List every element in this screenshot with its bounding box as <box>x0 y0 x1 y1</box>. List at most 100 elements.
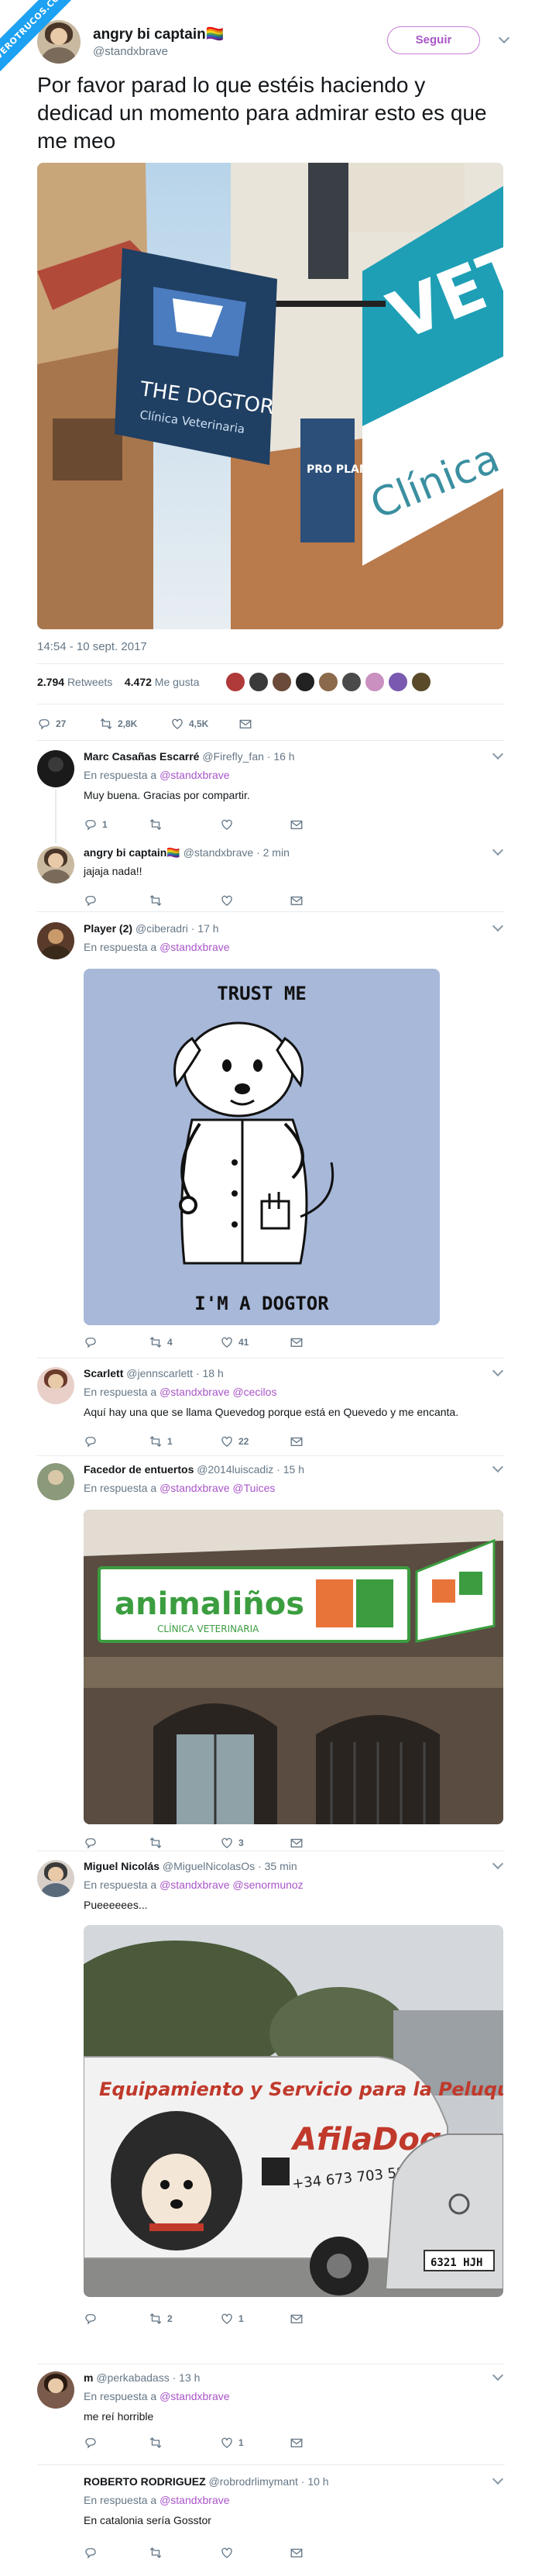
chevron-down-icon[interactable] <box>492 1461 504 1473</box>
reply-tweet[interactable]: Player (2) @ciberadri · 17 h En respuest… <box>37 920 509 1356</box>
retweet-button[interactable] <box>149 891 163 910</box>
message-button[interactable] <box>290 1432 304 1451</box>
liker-avatar[interactable] <box>248 671 269 693</box>
like-button[interactable]: 41 <box>220 1333 249 1352</box>
reply-time[interactable]: · 16 h <box>267 750 295 763</box>
avatar[interactable] <box>37 1463 74 1500</box>
reply-tweet[interactable]: Miguel Nicolás @MiguelNicolasOs · 35 min… <box>37 1858 509 2334</box>
like-button[interactable]: 22 <box>220 1432 249 1451</box>
message-button[interactable] <box>290 1333 304 1352</box>
retweet-button[interactable]: 2,8K <box>99 715 137 733</box>
retweet-button[interactable] <box>149 2433 163 2452</box>
retweet-button[interactable]: 4 <box>149 1333 173 1352</box>
liker-avatar[interactable] <box>341 671 362 693</box>
reply-author-name[interactable]: Scarlett <box>84 1367 123 1379</box>
reply-author-name[interactable]: Marc Casañas Escarré <box>84 750 199 763</box>
chevron-down-icon[interactable] <box>492 748 504 760</box>
message-button[interactable] <box>238 715 252 733</box>
liker-avatar[interactable] <box>364 671 386 693</box>
chevron-down-icon[interactable] <box>492 2369 504 2381</box>
tweet-timestamp[interactable]: 14:54 - 10 sept. 2017 <box>37 640 147 653</box>
reply-author-name[interactable]: Facedor de entuertos <box>84 1463 194 1476</box>
reply-tweet[interactable]: Facedor de entuertos @2014luiscadiz · 15… <box>37 1461 509 1858</box>
retweet-button[interactable]: 1 <box>149 1432 173 1451</box>
avatar[interactable] <box>37 1860 74 1897</box>
reply-time[interactable]: · 2 min <box>256 846 290 859</box>
reply-time[interactable]: · 17 h <box>191 922 219 935</box>
avatar[interactable] <box>37 1367 74 1404</box>
reply-author-name[interactable]: m <box>84 2371 93 2384</box>
retweet-button[interactable] <box>149 1834 163 1852</box>
chevron-down-icon[interactable] <box>492 844 504 856</box>
retweets-label[interactable]: Retweets <box>67 676 112 688</box>
message-button[interactable] <box>290 2543 304 2562</box>
message-button[interactable] <box>290 2309 304 2328</box>
reply-button[interactable] <box>84 2543 98 2562</box>
reply-button[interactable] <box>84 891 98 910</box>
reply-time[interactable]: · 10 h <box>301 2475 329 2488</box>
reply-mentions[interactable]: @standxbrave @senormunoz <box>160 1879 304 1891</box>
reply-author-name[interactable]: Player (2) <box>84 922 132 935</box>
avatar[interactable] <box>37 846 74 883</box>
author-name[interactable]: angry bi captain🏳️‍🌈 <box>93 25 224 43</box>
reply-tweet[interactable]: m @perkabadass · 13 h En respuesta a @st… <box>37 2369 509 2457</box>
retweet-button[interactable] <box>149 815 163 834</box>
reply-tweet[interactable]: Marc Casañas Escarré @Firefly_fan · 16 h… <box>37 748 509 839</box>
liker-avatar[interactable] <box>225 671 246 693</box>
reply-author-name[interactable]: ROBERTO RODRIGUEZ <box>84 2475 206 2488</box>
reply-button[interactable]: 1 <box>84 815 108 834</box>
avatar[interactable] <box>37 750 74 787</box>
reply-author-handle[interactable]: @MiguelNicolasOs <box>163 1860 255 1872</box>
reply-button[interactable] <box>84 1432 98 1451</box>
reply-button[interactable] <box>84 2309 98 2328</box>
message-button[interactable] <box>290 1834 304 1852</box>
reply-tweet[interactable]: Scarlett @jennscarlett · 18 h En respues… <box>37 1365 509 1452</box>
reply-mentions[interactable]: @standxbrave <box>160 941 229 953</box>
chevron-down-icon[interactable] <box>492 2473 504 2485</box>
likes-count[interactable]: 4.472 <box>125 676 152 688</box>
message-button[interactable] <box>290 815 304 834</box>
reply-author-name[interactable]: Miguel Nicolás <box>84 1860 160 1872</box>
reply-author-handle[interactable]: @ciberadri <box>136 922 188 935</box>
reply-button[interactable]: 27 <box>37 715 66 733</box>
reply-author-handle[interactable]: @perkabadass <box>96 2371 169 2384</box>
chevron-down-icon[interactable] <box>492 1858 504 1870</box>
like-button[interactable]: 4,5K <box>170 715 208 733</box>
tweet-photo[interactable]: VETE Clínica PRO PLAN THE DOGTOR Clínica… <box>37 163 503 629</box>
like-button[interactable]: 1 <box>220 2309 244 2328</box>
liker-avatar[interactable] <box>387 671 409 693</box>
reply-mentions[interactable]: @standxbrave <box>160 769 229 781</box>
reply-author-handle[interactable]: @2014luiscadiz <box>197 1463 273 1476</box>
retweet-button[interactable] <box>149 2543 163 2562</box>
reply-tweet[interactable]: angry bi captain🏳️‍🌈 @standxbrave · 2 mi… <box>37 844 509 910</box>
chevron-down-icon[interactable] <box>498 32 510 44</box>
reply-time[interactable]: · 15 h <box>276 1463 304 1476</box>
reply-tweet[interactable]: ROBERTO RODRIGUEZ @robrodrlimymant · 10 … <box>37 2473 509 2568</box>
like-button[interactable] <box>220 815 234 834</box>
reply-time[interactable]: · 18 h <box>196 1367 224 1379</box>
avatar[interactable] <box>37 922 74 959</box>
retweets-count[interactable]: 2.794 <box>37 676 64 688</box>
likes-label[interactable]: Me gusta <box>155 676 200 688</box>
reply-author-handle[interactable]: @standxbrave <box>184 846 253 859</box>
reply-image[interactable]: TRUST ME I'M A DOGTOR <box>84 969 440 1325</box>
reply-author-handle[interactable]: @Firefly_fan <box>202 750 264 763</box>
chevron-down-icon[interactable] <box>492 920 504 932</box>
reply-mentions[interactable]: @standxbrave <box>160 2390 229 2402</box>
liker-avatar[interactable] <box>294 671 316 693</box>
reply-mentions[interactable]: @standxbrave @Tuices <box>160 1482 275 1494</box>
message-button[interactable] <box>290 891 304 910</box>
avatar[interactable] <box>37 2371 74 2409</box>
like-button[interactable]: 3 <box>220 1834 244 1852</box>
like-button[interactable] <box>220 891 234 910</box>
like-button[interactable] <box>220 2543 234 2562</box>
liker-avatar[interactable] <box>271 671 293 693</box>
reply-button[interactable] <box>84 2433 98 2452</box>
message-button[interactable] <box>290 2433 304 2452</box>
reply-image[interactable]: animaliños CLÍNICA VETERINARIA <box>84 1510 503 1824</box>
liker-avatar[interactable] <box>410 671 432 693</box>
follow-button[interactable]: Seguir <box>387 26 480 54</box>
reply-button[interactable] <box>84 1333 98 1352</box>
reply-author-name[interactable]: angry bi captain🏳️‍🌈 <box>84 846 180 859</box>
reply-author-handle[interactable]: @jennscarlett <box>126 1367 193 1379</box>
